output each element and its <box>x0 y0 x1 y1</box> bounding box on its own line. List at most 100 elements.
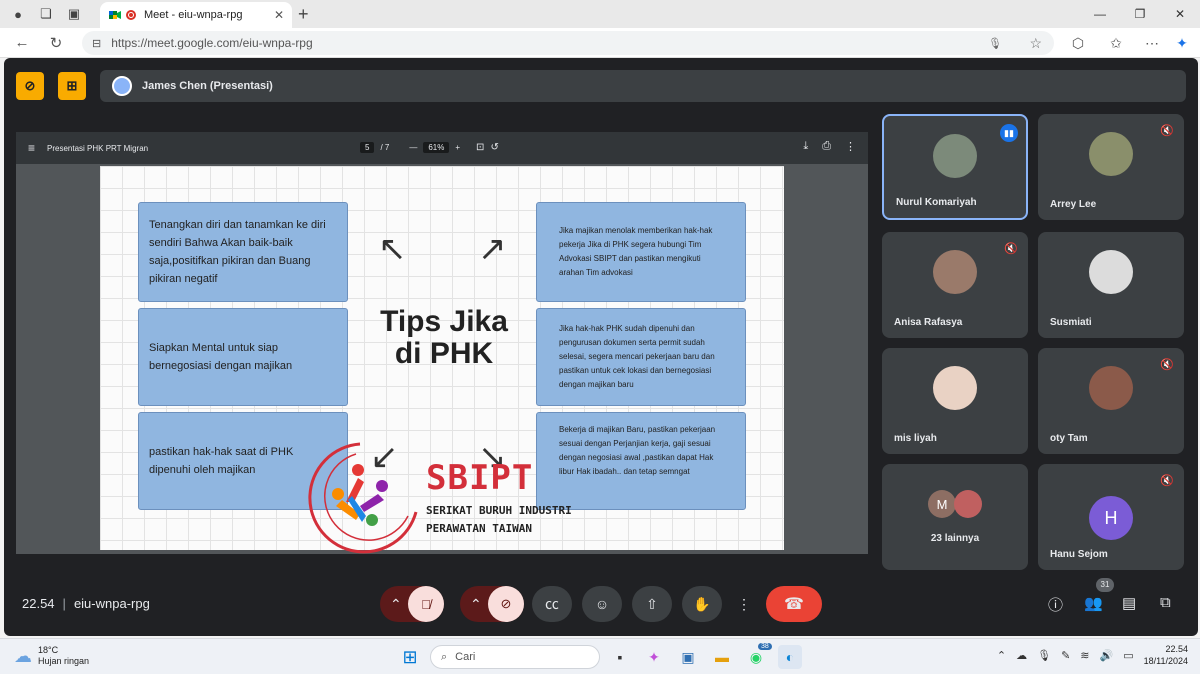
volume-icon[interactable]: 🔊 <box>1100 649 1114 662</box>
participant-avatar <box>933 134 977 178</box>
refresh-icon[interactable]: ↻ <box>44 31 68 55</box>
wifi-icon[interactable]: ≋ <box>1080 649 1089 662</box>
close-tab-icon[interactable]: ✕ <box>274 8 284 22</box>
zoom-out-icon[interactable]: — <box>409 143 417 152</box>
workspaces-icon[interactable]: ❏ <box>36 4 56 24</box>
weather-temp: 18°C <box>38 645 59 655</box>
presenter-name: James Chen (Presentasi) <box>142 80 273 92</box>
participant-name: Susmiati <box>1050 317 1092 328</box>
slide-title-line2: di PHK <box>394 337 494 370</box>
battery-icon[interactable]: ▭ <box>1123 649 1133 662</box>
zoom-in-icon[interactable]: + <box>455 143 460 152</box>
back-icon[interactable]: ← <box>10 31 34 55</box>
presentation-viewer: ≡ Presentasi PHK PRT Migran 5 / 7 — 61% … <box>16 132 868 554</box>
copilot-icon[interactable]: ✦ <box>1170 31 1194 55</box>
more-vert-icon[interactable]: ⋮ <box>845 140 856 153</box>
task-view-icon[interactable]: ▪ <box>608 645 632 669</box>
camera-control: ⌃ ⊘ <box>460 586 524 622</box>
participant-tile[interactable]: mis liyah <box>882 348 1028 454</box>
participant-tile-others[interactable]: M 23 lainnya <box>882 464 1028 570</box>
arrow-up-left-icon: ↖ <box>378 230 407 268</box>
tab-actions-icon[interactable]: ▣ <box>64 4 84 24</box>
copilot-app-icon[interactable]: ✦ <box>642 645 666 669</box>
fit-page-icon[interactable]: ⊡ <box>476 142 484 153</box>
more-menu-icon[interactable]: ⋯ <box>1140 31 1164 55</box>
rotate-icon[interactable]: ↺ <box>490 142 498 153</box>
clock-date: 18/11/2024 <box>1143 656 1188 666</box>
participant-tile[interactable]: 🔇 Arrey Lee <box>1038 114 1184 220</box>
new-tab-button[interactable]: + <box>298 4 309 25</box>
whatsapp-badge: 38 <box>758 643 772 650</box>
site-info-icon[interactable]: ⊟ <box>92 37 101 50</box>
close-window-button[interactable]: ✕ <box>1160 0 1200 28</box>
participant-tile[interactable]: 🔇 Anisa Rafasya <box>882 232 1028 338</box>
zoom-level[interactable]: 61% <box>423 142 450 153</box>
logo-subtitle-2: PERAWATAN TAIWAN <box>426 522 532 535</box>
file-explorer-icon[interactable]: ▬ <box>710 645 734 669</box>
speaking-indicator-icon: ▮▮ <box>1000 124 1018 142</box>
profile-icon[interactable]: ● <box>8 4 28 24</box>
info-icon[interactable]: ⓘ <box>1048 594 1063 615</box>
participant-tile[interactable]: 🔇 oty Tam <box>1038 348 1184 454</box>
present-button[interactable]: ⇧ <box>632 586 672 622</box>
search-placeholder: Cari <box>455 651 476 663</box>
camera-options-chevron-icon[interactable]: ⌃ <box>470 596 482 613</box>
participant-avatar: M <box>928 490 956 518</box>
download-icon[interactable]: ⤓ <box>803 140 808 153</box>
favorites-icon[interactable]: ✩ <box>1104 31 1128 55</box>
chat-icon[interactable]: ▤ <box>1122 594 1136 612</box>
clock-time: 22.54 <box>1165 644 1188 654</box>
store-icon[interactable]: ▣ <box>676 645 700 669</box>
show-hidden-icon[interactable]: ⌃ <box>997 649 1006 662</box>
mic-off-icon: 🔇 <box>1160 125 1174 137</box>
meet-window: ⊘ ⊞ James Chen (Presentasi) ≡ Presentasi… <box>4 58 1198 636</box>
mic-options-chevron-icon[interactable]: ⌃ <box>390 596 402 613</box>
leave-call-button[interactable]: ☎ <box>766 586 822 622</box>
pen-icon[interactable]: ✎ <box>1061 649 1070 662</box>
mic-off-button[interactable]: 🎙̸ <box>408 586 444 622</box>
participant-name: oty Tam <box>1050 433 1088 444</box>
meeting-info: 22.54 | eiu-wnpa-rpg <box>22 596 150 611</box>
people-icon[interactable]: 👥 <box>1084 594 1103 612</box>
more-options-button[interactable]: ⋮ <box>732 586 756 622</box>
raise-hand-button[interactable]: ✋ <box>682 586 722 622</box>
extensions-icon[interactable]: ⬡ <box>1066 31 1090 55</box>
participant-tile[interactable]: Susmiati <box>1038 232 1184 338</box>
tab-title: Meet - eiu-wnpa-rpg <box>144 9 243 21</box>
host-controls-icon[interactable]: ⊞ <box>58 72 86 100</box>
emoji-button[interactable]: ☺ <box>582 586 622 622</box>
url-field[interactable]: ⊟ https://meet.google.com/eiu-wnpa-rpg 🎙… <box>82 31 1054 55</box>
page-current-input[interactable]: 5 <box>360 142 375 153</box>
maximize-button[interactable]: ❐ <box>1120 0 1160 28</box>
participant-avatar <box>1089 366 1133 410</box>
participant-tile[interactable]: H 🔇 Hanu Sejom <box>1038 464 1184 570</box>
menu-icon[interactable]: ≡ <box>28 141 35 155</box>
favorite-star-icon[interactable]: ☆ <box>1029 35 1042 52</box>
page-total: / 7 <box>380 143 390 152</box>
minimize-button[interactable]: — <box>1080 0 1120 28</box>
mic-tray-icon[interactable]: 🎙 <box>1037 649 1051 662</box>
participant-avatar <box>933 250 977 294</box>
camera-off-button[interactable]: ⊘ <box>488 586 524 622</box>
edge-icon[interactable]: ◐ <box>778 645 802 669</box>
clock[interactable]: 22.54 18/11/2024 <box>1144 643 1188 667</box>
start-icon[interactable]: ⊞ <box>398 645 422 669</box>
taskbar-search[interactable]: ⌕ Cari <box>430 645 600 669</box>
cloud-rain-icon: ☁ <box>14 645 32 666</box>
captions-button[interactable]: ㏄ <box>532 586 572 622</box>
weather-desc: Hujan ringan <box>38 656 90 666</box>
slide-title: Tips Jika di PHK <box>344 306 544 370</box>
browser-tab-meet[interactable]: Meet - eiu-wnpa-rpg ✕ <box>100 2 292 28</box>
onedrive-icon[interactable]: ☁ <box>1016 649 1027 662</box>
mic-permission-icon[interactable]: 🎙 <box>988 37 1002 50</box>
browser-tab-bar: ● ❏ ▣ Meet - eiu-wnpa-rpg ✕ + — ❐ ✕ <box>0 0 1200 28</box>
camera-off-indicator-icon[interactable]: ⊘ <box>16 72 44 100</box>
participant-name: Hanu Sejom <box>1050 549 1108 560</box>
tip-card-right-2: Jika hak-hak PHK sudah dipenuhi dan peng… <box>536 308 746 406</box>
participant-name: Arrey Lee <box>1050 199 1097 210</box>
weather-widget[interactable]: ☁ 18°C Hujan ringan <box>14 645 89 667</box>
print-icon[interactable]: ⎙ <box>822 140 831 153</box>
activities-icon[interactable]: ⧉ <box>1160 594 1171 611</box>
participant-tile[interactable]: ▮▮ Nurul Komariyah <box>882 114 1028 220</box>
slide-title-line1: Tips Jika <box>380 305 508 338</box>
